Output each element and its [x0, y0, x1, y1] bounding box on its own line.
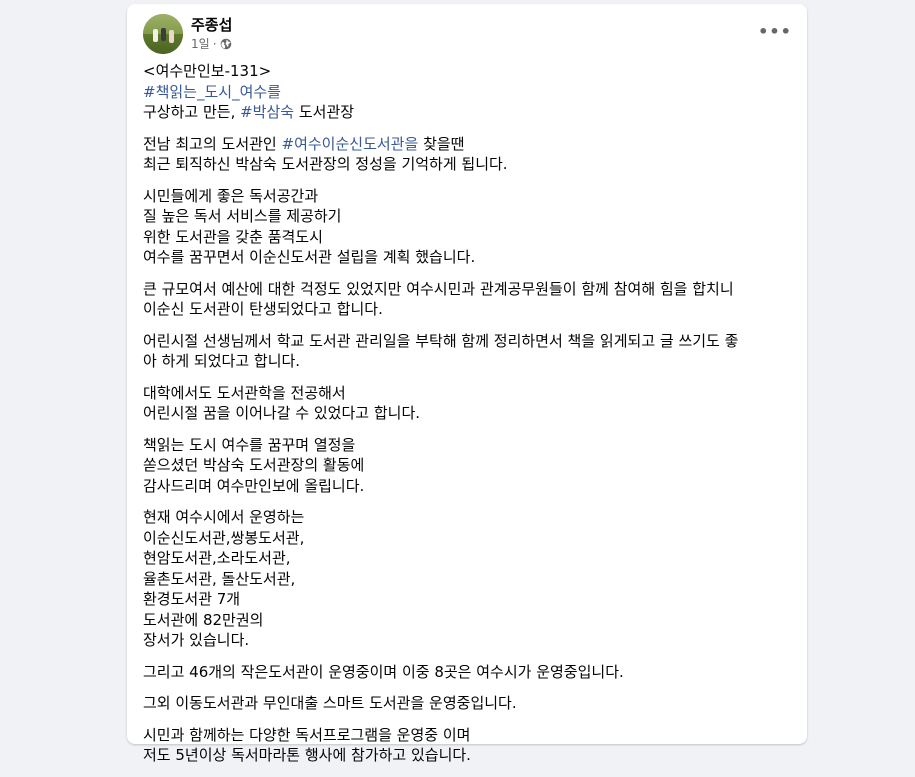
text-line: 그리고 46개의 작은도서관이 운영중이며 이중 8곳은 여수시가 운영중입니다… [143, 662, 624, 681]
post-meta: 1일 · [191, 36, 232, 52]
avatar-figure [169, 30, 174, 43]
text-line: 쏟으셨던 박삼숙 도서관장의 활동에 [143, 456, 365, 474]
more-horizontal-icon: ••• [758, 22, 792, 41]
text-line: 현암도서관,소라도서관, [143, 549, 291, 567]
text-line: 장서가 있습니다. [143, 631, 250, 649]
text-line: 현재 여수시에서 운영하는 [143, 508, 305, 526]
text-line: 시민과 함께하는 다양한 독서프로그램을 운영중 이며 [143, 725, 471, 744]
hashtag-link[interactable]: #여수이순신도서관을 [282, 135, 419, 153]
post-time[interactable]: 1일 [191, 36, 210, 52]
text-line: 전남 최고의 도서관인 #여수이순신도서관을 찾을땐 [143, 134, 791, 155]
author-name[interactable]: 주종섭 [191, 16, 232, 35]
post-header: 주종섭 1일 · [143, 14, 232, 54]
text-line: 시민들에게 좋은 독서공간과 [143, 186, 319, 205]
text-line: 여수를 꿈꾸면서 이순신도서관 설립을 계획 했습니다. [143, 248, 476, 266]
meta-separator: · [212, 37, 217, 51]
paragraph-4: 큰 규모여서 예산에 대한 걱정도 있었지만 여수시민과 관계공무원들이 함께 … [143, 279, 791, 320]
paragraph-2: 전남 최고의 도서관인 #여수이순신도서관을 찾을땐 최근 퇴직하신 박삼숙 도… [143, 134, 791, 175]
text-line: 최근 퇴직하신 박삼숙 도서관장의 정성을 기억하게 됩니다. [143, 155, 508, 173]
text-segment: 구상하고 만든, [143, 103, 241, 121]
header-text: 주종섭 1일 · [191, 16, 232, 52]
paragraph-10: 그외 이동도서관과 무인대출 스마트 도서관을 운영중입니다. [143, 693, 791, 714]
paragraph-9: 그리고 46개의 작은도서관이 운영중이며 이중 8곳은 여수시가 운영중입니다… [143, 662, 791, 683]
paragraph-11: 시민과 함께하는 다양한 독서프로그램을 운영중 이며 저도 5년이상 독서마라… [143, 725, 791, 766]
text-segment: 도서관장 [294, 103, 355, 121]
paragraph-intro: <여수만인보-131> #책읽는_도시_여수를 구상하고 만든, #박삼숙 도서… [143, 61, 791, 123]
avatar-figure [161, 28, 166, 41]
more-options-button[interactable]: ••• [757, 20, 793, 44]
text-line: 이순신도서관,쌍봉도서관, [143, 528, 305, 547]
avatar[interactable] [143, 14, 183, 54]
avatar-figure [153, 29, 158, 42]
text-line: 위한 도서관을 갖춘 품격도시 [143, 227, 323, 246]
text-line: 어린시절 꿈을 이어나갈 수 있었다고 합니다. [143, 404, 421, 422]
post-title-line: <여수만인보-131> [143, 62, 272, 80]
text-line: 도서관에 82만권의 [143, 610, 264, 629]
text-line: 감사드리며 여수만인보에 올립니다. [143, 476, 365, 495]
text-segment: 찾을땐 [418, 134, 465, 153]
paragraph-3: 시민들에게 좋은 독서공간과 질 높은 독서 서비스를 제공하기 위한 도서관을… [143, 186, 791, 268]
text-line: 환경도서관 7개 [143, 590, 241, 608]
hashtag-line: #책읽는_도시_여수를 [143, 82, 791, 103]
text-line: 이순신 도서관이 탄생되었다고 합니다. [143, 300, 383, 318]
post-card: 주종섭 1일 · ••• <여수만인보-131> #책읽는_도시_여수를 구상하… [127, 4, 807, 764]
paragraph-7: 책읽는 도시 여수를 꿈꾸며 열정을 쏟으셨던 박삼숙 도서관장의 활동에 감사… [143, 435, 791, 497]
text-line: 어린시절 선생님께서 학교 도서관 관리일을 부탁해 함께 정리하면서 책을 읽… [143, 331, 739, 350]
text-line: 책읽는 도시 여수를 꿈꾸며 열정을 [143, 435, 356, 454]
text-line: 율촌도서관, 돌산도서관, [143, 569, 296, 588]
hashtag-link[interactable]: #박삼숙 [240, 103, 294, 121]
text-line: 아 하게 되었다고 합니다. [143, 352, 301, 370]
text-line: 질 높은 독서 서비스를 제공하기 [143, 207, 342, 225]
text-line: 큰 규모여서 예산에 대한 걱정도 있었지만 여수시민과 관계공무원들이 함께 … [143, 279, 734, 298]
text-line: 구상하고 만든, #박삼숙 도서관장 [143, 102, 791, 123]
text-segment: 전남 최고의 도서관인 [143, 134, 282, 153]
globe-icon[interactable] [220, 38, 232, 50]
text-line: 대학에서도 도서관학을 전공해서 [143, 383, 346, 402]
paragraph-5: 어린시절 선생님께서 학교 도서관 관리일을 부탁해 함께 정리하면서 책을 읽… [143, 331, 791, 372]
post-body: <여수만인보-131> #책읽는_도시_여수를 구상하고 만든, #박삼숙 도서… [143, 61, 791, 777]
text-line: 그외 이동도서관과 무인대출 스마트 도서관을 운영중입니다. [143, 694, 517, 712]
hashtag-link[interactable]: #책읽는_도시_여수를 [143, 83, 281, 101]
paragraph-6: 대학에서도 도서관학을 전공해서 어린시절 꿈을 이어나갈 수 있었다고 합니다… [143, 383, 791, 424]
text-line: 저도 5년이상 독서마라톤 행사에 참가하고 있습니다. [143, 746, 471, 764]
paragraph-8: 현재 여수시에서 운영하는 이순신도서관,쌍봉도서관, 현암도서관,소라도서관,… [143, 507, 791, 651]
